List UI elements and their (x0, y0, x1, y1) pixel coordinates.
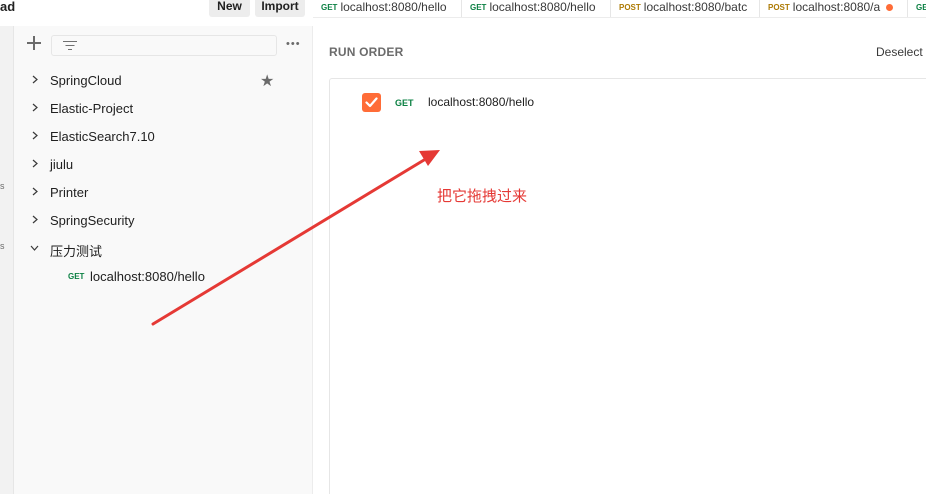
sidebar-collection[interactable]: jiulu (14, 150, 312, 178)
import-button[interactable]: Import (255, 0, 305, 17)
request-tab[interactable]: GET localhost:8080/hello (462, 0, 611, 17)
unsaved-dot-icon (886, 4, 894, 11)
tab-label: localhost:8080/hello (340, 0, 447, 14)
collection-label: 压力测试 (50, 244, 103, 259)
deselect-all-button[interactable]: Deselect (876, 45, 923, 59)
gutter-text: s (0, 241, 5, 251)
request-tab-bar: GET localhost:8080/hello GET localhost:808… (313, 0, 926, 18)
chevron-right-icon[interactable] (30, 215, 39, 224)
request-tab[interactable]: GET localhost:8080/hello (313, 0, 462, 17)
sidebar-collection[interactable]: SpringCloud ★ (14, 66, 312, 94)
collection-label: ElasticSearch7.10 (50, 129, 155, 144)
star-icon[interactable]: ★ (260, 71, 274, 91)
more-options-icon[interactable]: ••• (286, 38, 301, 50)
chevron-down-icon[interactable] (30, 243, 39, 252)
workspace-title: ad (0, 0, 16, 14)
run-order-heading: RUN ORDER (329, 45, 404, 59)
search-input[interactable] (51, 35, 277, 56)
checkbox-checked-icon[interactable] (362, 93, 381, 112)
collections-sidebar: ••• SpringCloud ★ Elastic-Project Elasti… (14, 26, 313, 494)
method-badge: POST (768, 3, 790, 12)
sidebar-collection[interactable]: Elastic-Project (14, 94, 312, 122)
request-tab[interactable]: GE (908, 0, 926, 17)
request-tab[interactable]: POST localhost:8080/a (760, 0, 908, 17)
tab-label: localhost:8080/a (792, 0, 881, 14)
tab-label: localhost:8080/hello (489, 0, 596, 14)
collection-label: SpringCloud (50, 73, 122, 88)
chevron-right-icon[interactable] (30, 159, 39, 168)
method-badge: GET (470, 3, 487, 12)
sidebar-request[interactable]: GET localhost:8080/hello (14, 262, 312, 290)
annotation-text: 把它拖拽过来 (437, 188, 528, 205)
chevron-right-icon[interactable] (30, 131, 39, 140)
gutter-text: s (0, 181, 5, 191)
collection-label: SpringSecurity (50, 213, 135, 228)
add-icon[interactable] (27, 36, 41, 50)
sidebar-collection[interactable]: Printer (14, 178, 312, 206)
run-order-list[interactable]: GET localhost:8080/hello (329, 78, 926, 494)
sidebar-toolbar: ••• (14, 26, 312, 64)
sidebar-collection[interactable]: SpringSecurity (14, 206, 312, 234)
filter-icon[interactable] (63, 41, 77, 51)
new-button[interactable]: New (209, 0, 250, 17)
collection-label: Elastic-Project (50, 101, 134, 116)
chevron-right-icon[interactable] (30, 187, 39, 196)
runner-panel: RUN ORDER Deselect GET localhost:8080/he… (313, 18, 926, 494)
method-badge: GET (68, 272, 85, 281)
collection-label: Printer (50, 185, 89, 200)
request-label: localhost:8080/hello (90, 269, 205, 284)
request-tab[interactable]: POST localhost:8080/batc (611, 0, 760, 17)
sidebar-collection[interactable]: 压力测试 (14, 234, 312, 262)
left-nav-gutter: s s (0, 26, 14, 494)
method-badge: POST (619, 3, 641, 12)
chevron-right-icon[interactable] (30, 75, 39, 84)
method-badge: GET (321, 3, 338, 12)
chevron-right-icon[interactable] (30, 103, 39, 112)
method-badge: GE (916, 3, 926, 12)
collection-label: jiulu (50, 157, 74, 172)
run-item-label: localhost:8080/hello (428, 95, 535, 109)
tab-label: localhost:8080/batc (643, 0, 748, 14)
sidebar-collection[interactable]: ElasticSearch7.10 (14, 122, 312, 150)
method-badge: GET (395, 98, 414, 108)
